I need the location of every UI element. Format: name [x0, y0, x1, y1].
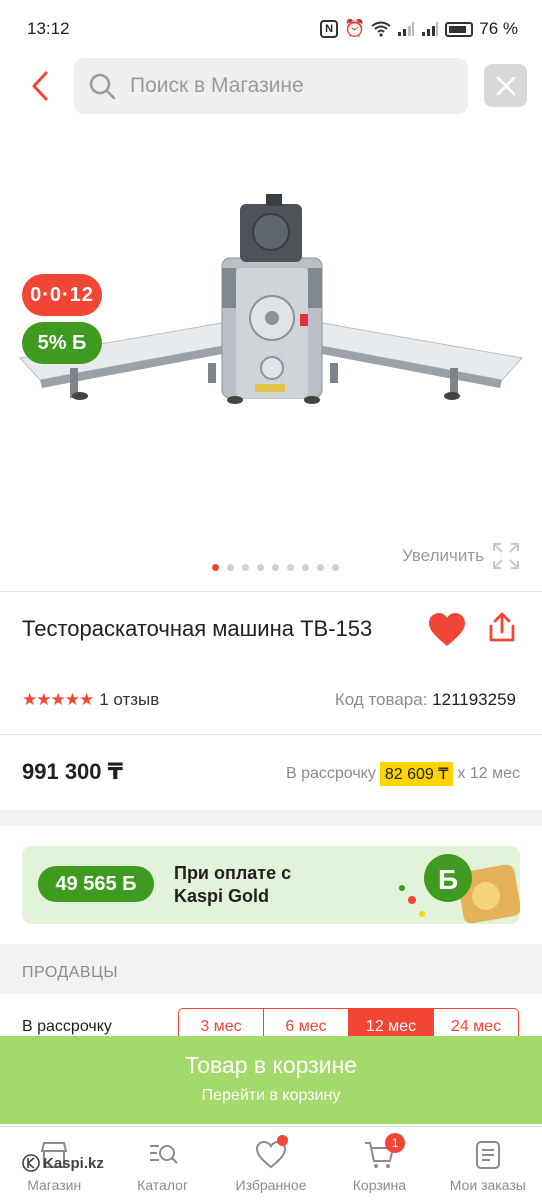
gallery-dot[interactable]: [301, 564, 309, 571]
close-icon: [496, 76, 515, 95]
cart-banner-title: Товар в корзине: [184, 1052, 358, 1078]
nfc-icon: N: [320, 20, 339, 38]
sellers-title: ПРОДАВЦЫ: [22, 964, 119, 981]
gallery-dot[interactable]: [211, 564, 219, 571]
gallery-dot[interactable]: [286, 564, 294, 571]
go-to-cart-banner[interactable]: Товар в корзине Перейти в корзину: [0, 1036, 542, 1124]
wifi-icon: [371, 21, 391, 37]
tab-favorites[interactable]: Избранное: [217, 1127, 325, 1200]
kaspi-gold-bonus: 49 565 Б: [38, 866, 154, 902]
gallery-dot[interactable]: [271, 564, 279, 571]
divider: [0, 734, 542, 735]
chevron-left-icon: [32, 71, 48, 101]
search-icon: [89, 73, 116, 100]
signal-icon-1: [398, 22, 415, 36]
kaspi-gold-text: При оплате с Kaspi Gold: [174, 862, 291, 908]
search-row: [0, 56, 542, 116]
kaspi-gold-banner[interactable]: 49 565 Б При оплате с Kaspi Gold Б: [22, 846, 520, 924]
gallery-dot[interactable]: [241, 564, 249, 571]
gallery-dot[interactable]: [256, 564, 264, 571]
product-code-value: 121193259: [432, 690, 516, 709]
share-icon: [489, 612, 515, 642]
bonus-badge: 5% Б: [22, 322, 102, 364]
search-input[interactable]: [130, 74, 430, 98]
battery-icon: [445, 21, 474, 37]
back-button[interactable]: [20, 66, 60, 106]
kaspi-logo-icon: [22, 1154, 40, 1172]
status-time: 13:12: [27, 19, 70, 38]
tab-cart-label: Корзина: [352, 1177, 407, 1193]
favorites-indicator: [276, 1135, 288, 1146]
installment-label: В рассрочку: [22, 1018, 112, 1035]
tab-my-orders-label: Мои заказы: [449, 1177, 526, 1193]
kaspi-gold-card-icon: Б: [399, 854, 520, 924]
tab-my-orders[interactable]: Мои заказы: [434, 1127, 542, 1200]
share-button[interactable]: [484, 610, 522, 648]
gallery-pagination: [0, 564, 542, 571]
divider: [0, 591, 542, 592]
tab-shop-label: Магазин: [27, 1177, 82, 1193]
product-title: Тестораскаточная машина ТВ-153: [22, 616, 373, 641]
kaspi-gold-text-line2: Kaspi Gold: [174, 886, 270, 906]
favorite-button[interactable]: [427, 612, 467, 648]
gallery-dot[interactable]: [331, 564, 339, 571]
search-box[interactable]: [74, 58, 468, 114]
gallery-dot[interactable]: [316, 564, 324, 571]
installment-info: В рассрочку 82 609 ₸ х 12 мес: [286, 762, 520, 786]
heart-icon: [429, 613, 465, 646]
watermark-text: Kaspi.kz: [43, 1154, 104, 1172]
tab-catalog-label: Каталог: [137, 1177, 189, 1193]
product-gallery[interactable]: 0·0·12 5% Б Увеличить: [0, 118, 542, 590]
cart-banner-subtitle[interactable]: Перейти в корзину: [0, 1087, 542, 1105]
catalog-icon: [147, 1139, 179, 1171]
product-price: 991 300 ₸: [22, 759, 123, 784]
orders-icon: [472, 1139, 504, 1171]
alarm-icon: ⏰: [344, 19, 366, 38]
status-icons: N ⏰ 76 %: [320, 19, 518, 39]
tab-cart[interactable]: 1 Корзина: [325, 1127, 433, 1200]
product-code-label: Код товара:: [334, 690, 428, 709]
status-bar: 13:12 N ⏰ 76 %: [0, 0, 542, 58]
installment-amount: 82 609 ₸: [379, 762, 454, 786]
cart-count-badge: 1: [385, 1133, 406, 1153]
rating-row[interactable]: ★★★★★ 1 отзыв: [22, 690, 159, 710]
zoom-label: Увеличить: [402, 546, 484, 565]
svg-text:Б: Б: [438, 864, 458, 895]
product-code: Код товара: 121193259: [335, 690, 516, 710]
kaspi-gold-text-line1: При оплате с: [174, 863, 292, 883]
kaspi-watermark: Kaspi.kz: [22, 1154, 104, 1172]
signal-icon-2: [422, 22, 439, 36]
close-button[interactable]: [484, 64, 527, 107]
reviews-count[interactable]: 1 отзыв: [99, 690, 159, 710]
rating-stars: ★★★★★: [22, 690, 94, 709]
installment-suffix: х 12 мес: [457, 765, 520, 782]
tab-favorites-label: Избранное: [235, 1177, 307, 1193]
battery-level: 76 %: [479, 19, 518, 38]
tab-catalog[interactable]: Каталог: [108, 1127, 216, 1200]
installment-prefix: В рассрочку: [285, 765, 376, 782]
gallery-dot[interactable]: [226, 564, 234, 571]
section-separator: [0, 810, 542, 826]
installment-badge: 0·0·12: [22, 274, 102, 316]
